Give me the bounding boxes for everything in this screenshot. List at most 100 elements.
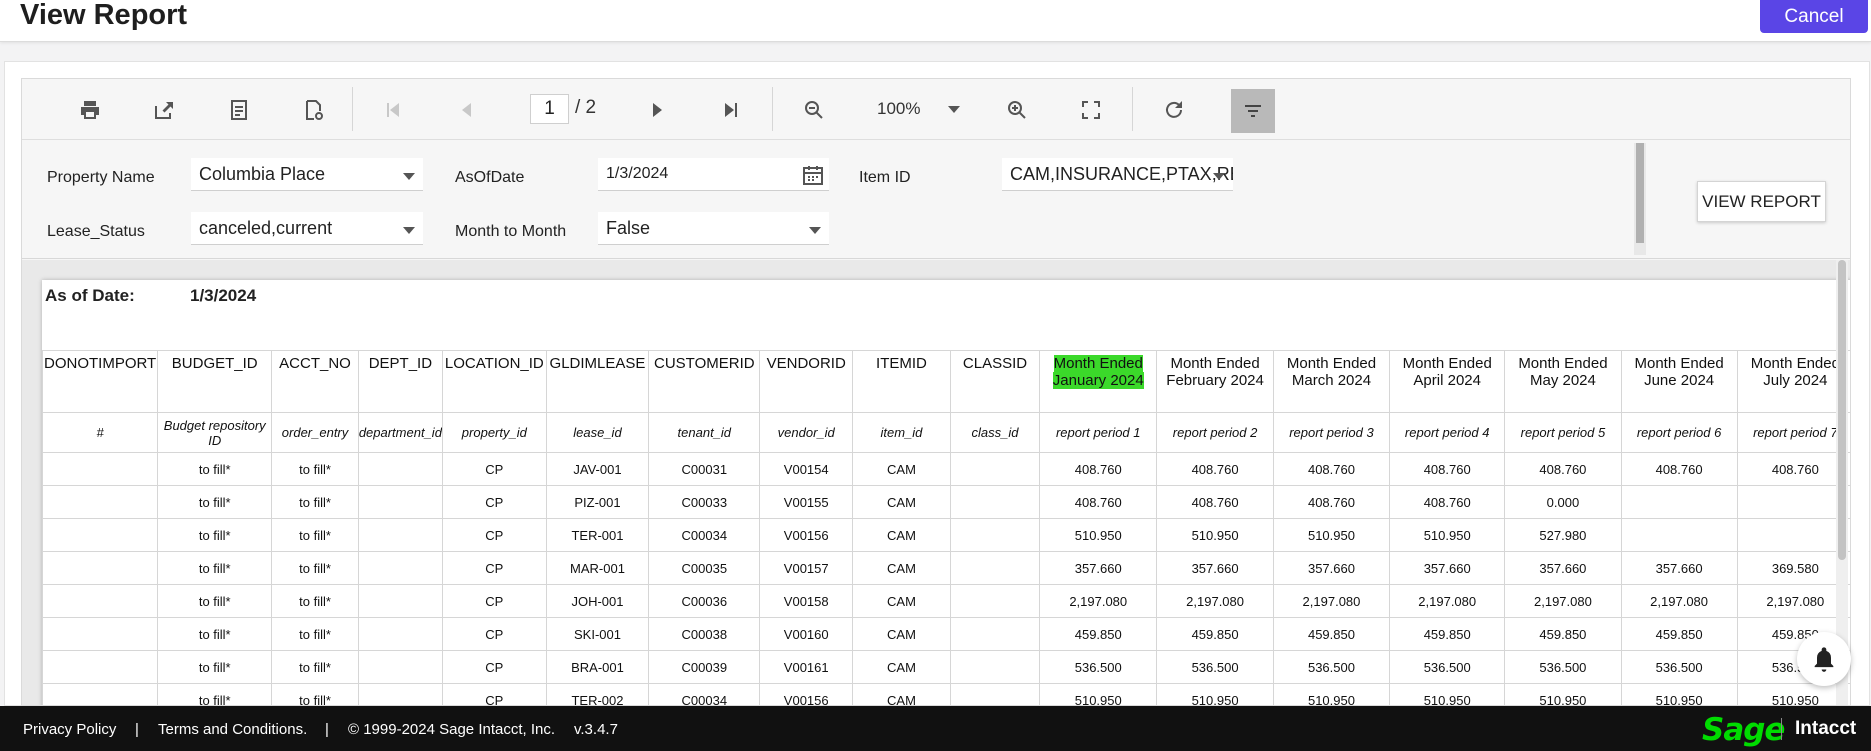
- settings-document-icon[interactable]: [295, 92, 331, 128]
- table-cell: 536.500: [1156, 650, 1274, 684]
- table-row: to fill* to fill* CP SKI-001 C00038 V00160 CAM…: [42, 617, 1850, 651]
- column-subheader: #: [42, 412, 159, 453]
- table-cell: CP: [441, 584, 547, 618]
- table-cell: [1620, 485, 1738, 519]
- top-header: View Report Cancel: [0, 0, 1871, 42]
- column-header: Month Ended May 2024: [1504, 350, 1622, 413]
- lease-status-label: Lease_Status: [47, 223, 145, 240]
- table-cell: 357.660: [1272, 551, 1391, 585]
- column-subheader: report period 3: [1272, 412, 1391, 453]
- copyright-text: © 1999-2024 Sage Intacct, Inc.: [348, 721, 556, 738]
- calendar-icon[interactable]: [803, 165, 823, 185]
- table-row: to fill* to fill* CP JAV-001 C00031 V00154 CAM…: [42, 452, 1850, 486]
- report-scrollbar-thumb[interactable]: [1838, 260, 1846, 560]
- table-cell: 357.660: [1389, 551, 1506, 585]
- table-cell: 510.950: [1736, 683, 1850, 705]
- table-cell: to fill*: [157, 551, 273, 585]
- export-icon[interactable]: [146, 92, 182, 128]
- column-header: CUSTOMERID: [648, 350, 761, 413]
- column-subheader: report period 5: [1504, 412, 1622, 453]
- table-cell: CP: [441, 551, 547, 585]
- table-cell: 527.980: [1504, 518, 1622, 552]
- table-cell: [949, 551, 1041, 585]
- next-page-icon[interactable]: [639, 92, 675, 128]
- zoom-out-icon[interactable]: [796, 92, 832, 128]
- column-subheader: report period 1: [1039, 412, 1158, 453]
- table-cell: V00161: [759, 650, 854, 684]
- property-name-select[interactable]: Columbia Place: [191, 158, 423, 191]
- refresh-icon[interactable]: [1156, 92, 1192, 128]
- lease-status-select[interactable]: canceled,current: [191, 212, 423, 245]
- table-cell: [42, 617, 159, 651]
- document-icon[interactable]: [221, 92, 257, 128]
- table-cell: 2,197.080: [1504, 584, 1622, 618]
- table-header-row: DONOTIMPORT BUDGET_ID ACCT_NO DEPT_ID LOCATI…: [42, 350, 1850, 413]
- item-id-select[interactable]: CAM,INSURANCE,PTAX,RET: [1002, 158, 1233, 191]
- notification-bell-button[interactable]: [1797, 632, 1851, 686]
- column-subheader: vendor_id: [759, 412, 854, 453]
- table-cell: CP: [441, 683, 547, 705]
- property-name-label: Property Name: [47, 169, 155, 186]
- table-cell: 510.950: [1389, 518, 1506, 552]
- table-cell: to fill*: [157, 485, 273, 519]
- table-cell: 510.950: [1504, 683, 1622, 705]
- table-cell: 2,197.080: [1039, 584, 1158, 618]
- chevron-down-icon[interactable]: [948, 106, 960, 113]
- table-cell: to fill*: [271, 683, 359, 705]
- table-cell: CAM: [852, 617, 951, 651]
- table-cell: [42, 683, 159, 705]
- fullscreen-icon[interactable]: [1073, 92, 1109, 128]
- table-cell: 408.760: [1504, 452, 1622, 486]
- table-cell: C00034: [648, 518, 761, 552]
- table-cell: [357, 452, 443, 486]
- table-cell: 2,197.080: [1272, 584, 1391, 618]
- table-cell: V00155: [759, 485, 854, 519]
- table-cell: CAM: [852, 518, 951, 552]
- page-number-input[interactable]: 1: [530, 94, 569, 124]
- table-cell: to fill*: [271, 485, 359, 519]
- zoom-in-icon[interactable]: [999, 92, 1035, 128]
- viewer-toolbar: 1 / 2 100%: [22, 79, 1850, 140]
- table-cell: 357.660: [1156, 551, 1274, 585]
- cancel-button[interactable]: Cancel: [1760, 0, 1868, 33]
- table-cell: MAR-001: [545, 551, 650, 585]
- column-subheader: report period 7: [1736, 412, 1850, 453]
- table-cell: CP: [441, 617, 547, 651]
- print-icon[interactable]: [72, 92, 108, 128]
- table-cell: 536.500: [1389, 650, 1506, 684]
- table-cell: 408.760: [1272, 452, 1391, 486]
- table-cell: to fill*: [157, 452, 273, 486]
- month-to-month-label: Month to Month: [455, 223, 567, 240]
- column-subheader: tenant_id: [648, 412, 761, 453]
- table-cell: 510.950: [1389, 683, 1506, 705]
- table-cell: [42, 551, 159, 585]
- terms-link[interactable]: Terms and Conditions.: [158, 721, 307, 738]
- table-cell: [42, 518, 159, 552]
- table-cell: [357, 683, 443, 705]
- table-cell: C00033: [648, 485, 761, 519]
- table-cell: [357, 551, 443, 585]
- privacy-policy-link[interactable]: Privacy Policy: [23, 721, 116, 738]
- table-cell: C00039: [648, 650, 761, 684]
- table-cell: [949, 452, 1041, 486]
- month-to-month-select[interactable]: False: [598, 212, 829, 245]
- table-row: to fill* to fill* CP TER-002 C00034 V00156 CAM…: [42, 683, 1850, 705]
- table-cell: [1736, 518, 1850, 552]
- table-cell: JAV-001: [545, 452, 650, 486]
- table-cell: to fill*: [157, 617, 273, 651]
- last-page-icon[interactable]: [713, 92, 749, 128]
- asofdate-input[interactable]: 1/3/2024: [598, 158, 829, 191]
- table-cell: 510.950: [1039, 518, 1158, 552]
- table-cell: 459.850: [1272, 617, 1391, 651]
- chevron-down-icon: [403, 173, 415, 180]
- filter-icon[interactable]: [1231, 89, 1275, 133]
- table-cell: V00156: [759, 683, 854, 705]
- first-page-icon[interactable]: [375, 92, 411, 128]
- page-footer: Privacy Policy | Terms and Conditions. |…: [0, 706, 1871, 751]
- zoom-select[interactable]: 100%: [877, 99, 920, 119]
- params-scrollbar-thumb[interactable]: [1636, 143, 1644, 243]
- view-report-button[interactable]: VIEW REPORT: [1697, 181, 1826, 222]
- chevron-down-icon: [809, 227, 821, 234]
- chevron-down-icon: [1213, 173, 1225, 180]
- previous-page-icon[interactable]: [449, 92, 485, 128]
